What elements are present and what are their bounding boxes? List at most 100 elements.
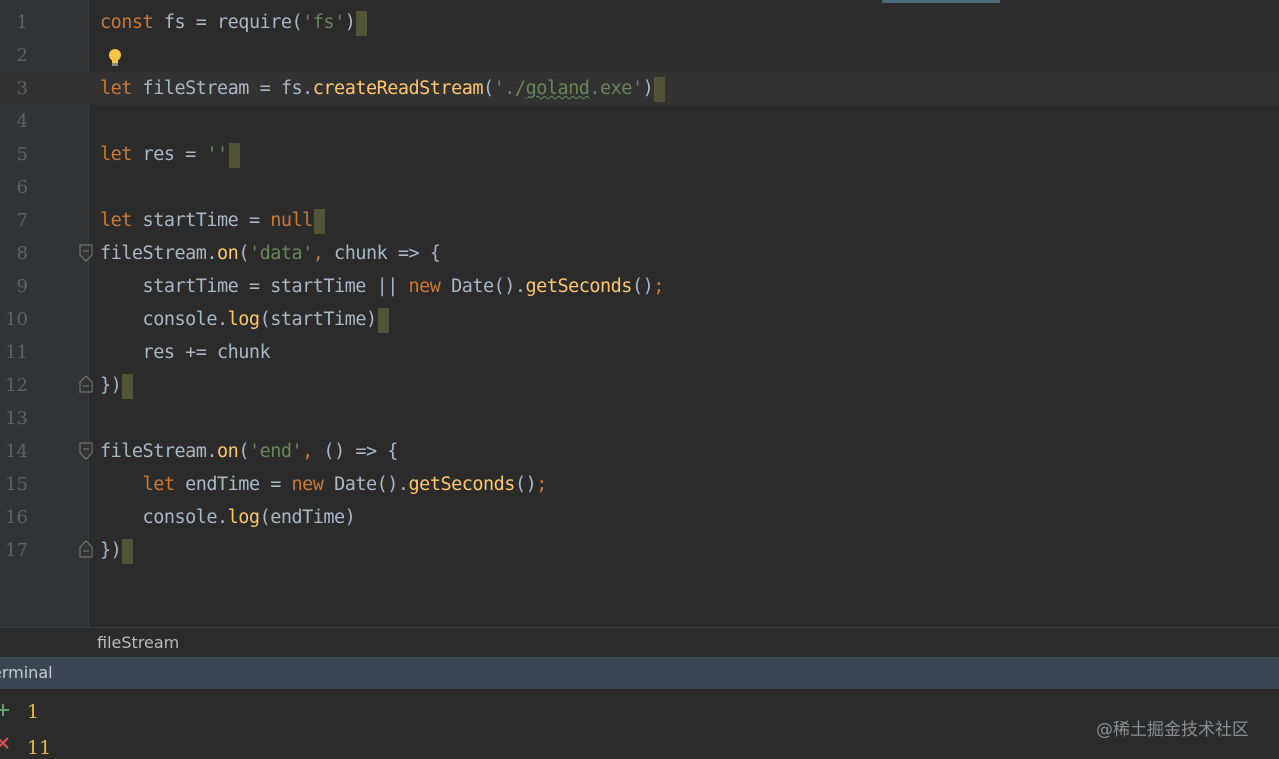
code-token: (startTime) bbox=[259, 309, 378, 330]
line-number: 1 bbox=[16, 12, 28, 33]
editor-line[interactable]: 1 const fs = require('fs') bbox=[0, 6, 1279, 39]
terminal-output-line: 1 bbox=[27, 701, 40, 723]
code-token: chunk => { bbox=[323, 243, 441, 264]
editor-line[interactable]: 15 let endTime = new Date().getSeconds()… bbox=[0, 468, 1279, 501]
code-token: console. bbox=[100, 309, 229, 330]
editor-line[interactable]: 3 let fileStream = fs.createReadStream('.… bbox=[0, 72, 1279, 105]
line-number: 14 bbox=[5, 441, 28, 462]
code-text[interactable]: fileStream.on('data', chunk => { bbox=[100, 237, 441, 270]
editor-line[interactable]: 10 console.log(startTime) bbox=[0, 303, 1279, 336]
code-text[interactable]: fileStream.on('end', () => { bbox=[100, 435, 398, 468]
fold-open-icon[interactable] bbox=[79, 442, 93, 460]
code-token: fs bbox=[312, 12, 335, 33]
terminal-title: erminal bbox=[0, 663, 53, 682]
code-text[interactable]: res += chunk bbox=[100, 336, 271, 369]
breadcrumb-item[interactable]: fileStream bbox=[97, 633, 179, 652]
editor-line[interactable]: 17}) bbox=[0, 534, 1279, 567]
line-number: 11 bbox=[5, 342, 28, 363]
editor-line[interactable]: 16 console.log(endTime) bbox=[0, 501, 1279, 534]
code-token: ( bbox=[238, 441, 249, 462]
code-text[interactable]: console.log(endTime) bbox=[100, 501, 356, 534]
line-number: 13 bbox=[5, 408, 28, 429]
line-number: 10 bbox=[5, 309, 28, 330]
code-token: endTime = bbox=[174, 474, 292, 495]
line-number: 12 bbox=[5, 375, 28, 396]
code-text[interactable]: let res = '' bbox=[100, 138, 240, 171]
code-token: ) bbox=[344, 12, 356, 33]
code-token: on bbox=[217, 243, 239, 264]
brace-match-highlight bbox=[654, 76, 666, 102]
line-number: 6 bbox=[16, 177, 28, 198]
line-number: 2 bbox=[16, 45, 28, 66]
code-token: .exe' bbox=[589, 78, 643, 99]
editor-line[interactable]: 14 fileStream.on('end', () => { bbox=[0, 435, 1279, 468]
fold-close-icon[interactable] bbox=[79, 375, 93, 393]
code-token: log bbox=[227, 507, 260, 528]
line-number: 16 bbox=[5, 507, 28, 528]
code-token: }) bbox=[100, 540, 122, 561]
brace-match-highlight bbox=[313, 208, 325, 234]
editor-line[interactable]: 13 bbox=[0, 402, 1279, 435]
line-number: 8 bbox=[16, 243, 28, 264]
code-token: 'end' bbox=[248, 441, 303, 462]
code-token: fileStream. bbox=[100, 243, 218, 264]
code-text[interactable]: console.log(startTime) bbox=[100, 303, 389, 336]
code-token: let bbox=[142, 474, 175, 495]
fold-open-icon[interactable] bbox=[79, 244, 93, 262]
code-token: , bbox=[312, 243, 324, 264]
brace-match-highlight bbox=[122, 373, 134, 399]
code-text[interactable]: const fs = require('fs') bbox=[100, 6, 368, 39]
breadcrumb[interactable]: fileStream bbox=[0, 627, 1279, 657]
code-token: res += chunk bbox=[100, 342, 271, 363]
terminal-tool-window-header[interactable]: erminal bbox=[0, 657, 1279, 689]
code-token: goland bbox=[525, 78, 590, 99]
line-number: 3 bbox=[16, 78, 28, 99]
editor-line[interactable]: 6 bbox=[0, 171, 1279, 204]
terminal-output-line: 11 bbox=[27, 737, 52, 759]
code-text[interactable]: let startTime = null bbox=[100, 204, 325, 237]
code-text[interactable]: startTime = startTime || new Date().getS… bbox=[100, 270, 665, 303]
code-token: fileStream. bbox=[100, 441, 218, 462]
code-token: (endTime) bbox=[259, 507, 356, 528]
code-token: ; bbox=[653, 276, 664, 297]
brace-match-highlight bbox=[377, 307, 389, 333]
code-text[interactable]: let endTime = new Date().getSeconds(); bbox=[100, 468, 548, 501]
code-token: ' bbox=[302, 12, 313, 33]
fold-close-icon[interactable] bbox=[79, 540, 93, 558]
line-number: 4 bbox=[16, 111, 28, 132]
code-token: fileStream = fs. bbox=[131, 78, 314, 99]
line-number: 15 bbox=[5, 474, 28, 495]
code-token: new bbox=[408, 276, 441, 297]
terminal-output[interactable]: 1 11 bbox=[0, 689, 1279, 759]
add-icon[interactable] bbox=[0, 703, 10, 717]
code-editor[interactable]: 1 const fs = require('fs') 2 3 let fileStrea… bbox=[0, 0, 1279, 627]
code-token: ' bbox=[334, 12, 345, 33]
editor-tab-accent bbox=[882, 0, 1000, 3]
code-token: '' bbox=[206, 144, 228, 165]
editor-line[interactable]: 9 startTime = startTime || new Date().ge… bbox=[0, 270, 1279, 303]
code-token: }) bbox=[100, 375, 122, 396]
code-token: log bbox=[227, 309, 260, 330]
code-token: createReadStream bbox=[312, 78, 484, 99]
code-text[interactable]: }) bbox=[100, 534, 134, 567]
code-text[interactable]: let fileStream = fs.createReadStream('./… bbox=[100, 72, 666, 105]
code-token: Date(). bbox=[323, 474, 409, 495]
code-token: ( bbox=[483, 78, 494, 99]
line-number: 5 bbox=[16, 144, 28, 165]
editor-line[interactable]: 5 let res = '' bbox=[0, 138, 1279, 171]
code-token: Date(). bbox=[440, 276, 526, 297]
code-token: on bbox=[217, 441, 239, 462]
watermark: @稀土掘金技术社区 bbox=[1096, 720, 1249, 740]
editor-line[interactable]: 8 fileStream.on('data', chunk => { bbox=[0, 237, 1279, 270]
close-icon[interactable] bbox=[0, 736, 10, 750]
editor-line[interactable]: 2 bbox=[0, 39, 1279, 72]
code-token: let bbox=[100, 78, 132, 99]
lightbulb-icon[interactable] bbox=[107, 48, 123, 68]
editor-line[interactable]: 12}) bbox=[0, 369, 1279, 402]
editor-line[interactable]: 7 let startTime = null bbox=[0, 204, 1279, 237]
editor-line[interactable]: 4 bbox=[0, 105, 1279, 138]
code-token: () bbox=[514, 474, 537, 495]
editor-line[interactable]: 11 res += chunk bbox=[0, 336, 1279, 369]
code-text[interactable]: }) bbox=[100, 369, 134, 402]
